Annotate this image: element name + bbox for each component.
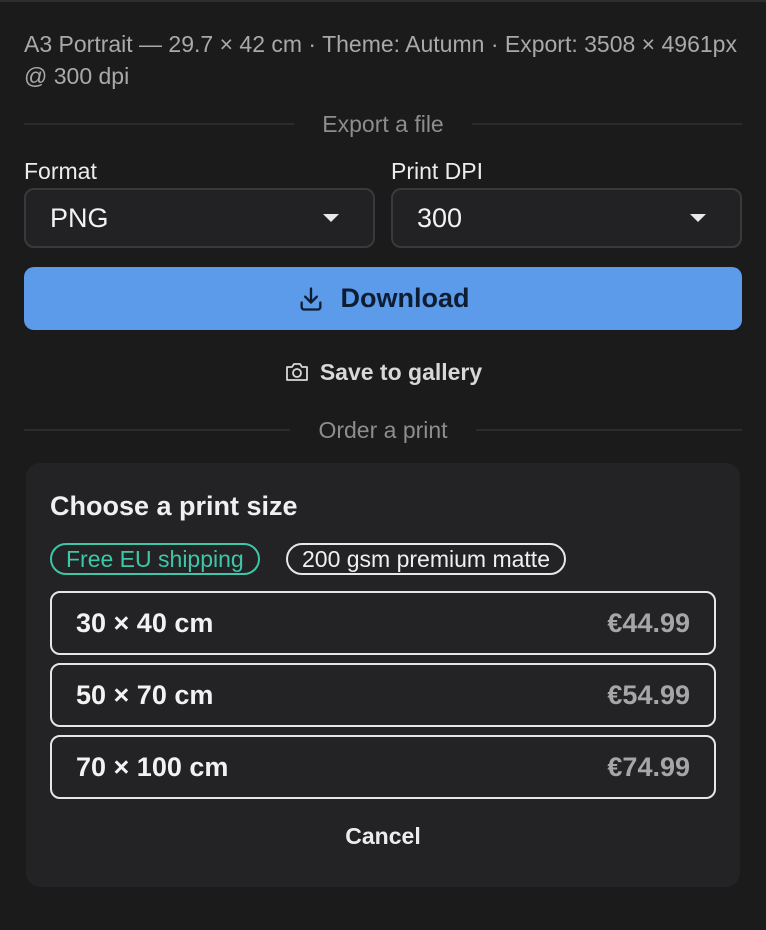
chevron-down-icon [690, 214, 706, 222]
export-panel: A3 Portrait — 29.7 × 42 cm · Theme: Autu… [0, 0, 766, 930]
download-button[interactable]: Download [24, 267, 742, 330]
poster-meta: A3 Portrait — 29.7 × 42 cm · Theme: Autu… [24, 31, 737, 89]
order-section-divider: Order a print [24, 415, 743, 445]
divider-rule [24, 123, 295, 125]
download-label: Download [340, 283, 470, 313]
divider-rule [475, 429, 743, 431]
size-label: 50 × 70 cm [76, 679, 214, 710]
card-title: Choose a print size [50, 491, 298, 521]
size-option-30x40[interactable]: 30 × 40 cm €44.99 [50, 591, 716, 655]
divider-rule [471, 123, 743, 125]
format-label: Format [24, 158, 97, 184]
format-value: PNG [50, 202, 109, 233]
format-select[interactable]: PNG [24, 188, 375, 248]
divider-rule [24, 429, 291, 431]
order-section-label: Order a print [318, 416, 448, 443]
paper-badge: 200 gsm premium matte [286, 543, 566, 575]
size-option-70x100[interactable]: 70 × 100 cm €74.99 [50, 735, 716, 799]
size-price: €74.99 [607, 751, 690, 782]
free-shipping-badge: Free EU shipping [50, 543, 260, 575]
cancel-button[interactable]: Cancel [26, 823, 740, 850]
save-to-gallery-label: Save to gallery [319, 358, 483, 385]
export-section-divider: Export a file [24, 109, 743, 139]
size-option-50x70[interactable]: 50 × 70 cm €54.99 [50, 663, 716, 727]
top-divider [0, 0, 766, 2]
export-section-label: Export a file [322, 110, 444, 137]
size-price: €44.99 [607, 607, 690, 638]
camera-icon [285, 363, 308, 381]
size-label: 30 × 40 cm [76, 607, 214, 638]
chevron-down-icon [323, 214, 339, 222]
dpi-label: Print DPI [391, 158, 484, 184]
download-icon [300, 286, 321, 311]
print-size-card: Choose a print size Free EU shipping 200… [26, 463, 740, 887]
dpi-value: 300 [417, 202, 463, 233]
size-price: €54.99 [607, 679, 690, 710]
dpi-select[interactable]: 300 [391, 188, 742, 248]
size-label: 70 × 100 cm [76, 751, 229, 782]
save-to-gallery-button[interactable]: Save to gallery [0, 354, 766, 390]
